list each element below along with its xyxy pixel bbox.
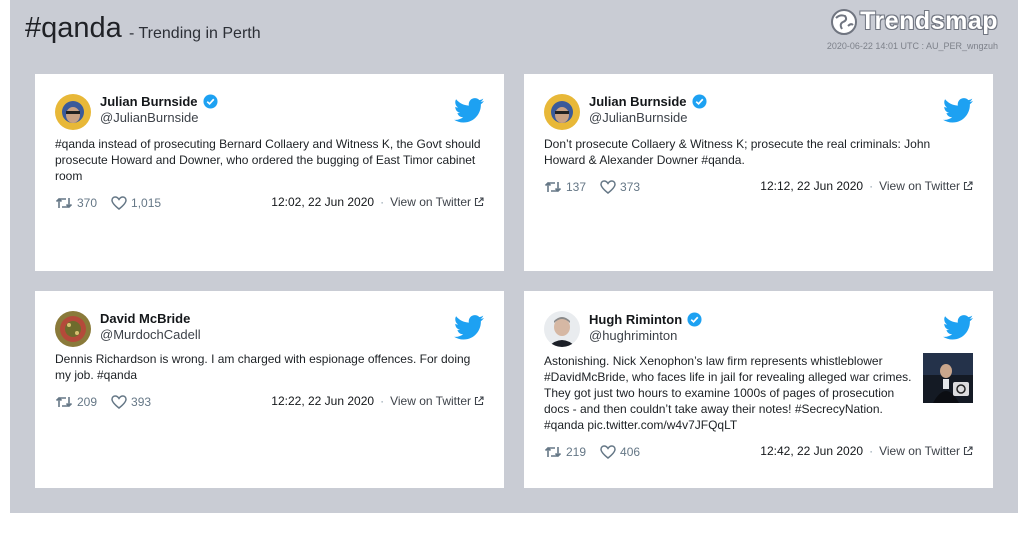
user-handle[interactable]: @JulianBurnside <box>589 110 687 125</box>
external-link-icon <box>474 197 484 207</box>
view-on-twitter-link[interactable]: View on Twitter <box>879 179 973 193</box>
tweet-time-row: 12:12, 22 Jun 2020 · View on Twitter <box>760 179 973 193</box>
tweet-card-2: Julian Burnside @JulianBurnside Don’t pr… <box>524 74 993 271</box>
heart-icon <box>111 395 127 409</box>
external-link-icon <box>963 446 973 456</box>
separator-dot: · <box>380 394 385 408</box>
tweet-timestamp[interactable]: 12:42, 22 Jun 2020 <box>760 444 863 458</box>
avatar[interactable] <box>55 311 91 347</box>
separator-dot: · <box>380 195 385 209</box>
tweet-text: Astonishing. Nick Xenophon’s law firm re… <box>544 354 912 432</box>
tweet-text: Don’t prosecute Collaery & Witness K; pr… <box>544 137 931 167</box>
tweet-text: Dennis Richardson is wrong. I am charged… <box>55 352 471 382</box>
avatar[interactable] <box>544 94 580 130</box>
tweet-card-3: David McBride @MurdochCadell Dennis Rich… <box>35 291 504 488</box>
heart-icon <box>600 445 616 459</box>
user-handle[interactable]: @JulianBurnside <box>100 110 198 125</box>
tweet-card-4: Hugh Riminton @hughriminton Astonishing.… <box>524 291 993 488</box>
tweet-stats: 370 1,015 <box>55 196 175 210</box>
like-count[interactable]: 1,015 <box>111 196 161 210</box>
user-name[interactable]: Julian Burnside <box>589 94 707 109</box>
heart-icon <box>600 180 616 194</box>
trendsmap-logo[interactable]: Trendsmap <box>830 7 998 36</box>
tweet-time-row: 12:22, 22 Jun 2020 · View on Twitter <box>271 394 484 408</box>
like-count[interactable]: 393 <box>111 395 151 409</box>
twitter-bird-icon[interactable] <box>454 98 484 123</box>
retweet-count[interactable]: 209 <box>55 395 97 409</box>
heart-icon <box>111 196 127 210</box>
retweet-icon <box>544 181 562 193</box>
tweet-stats: 137 373 <box>544 180 654 194</box>
external-link-icon <box>474 396 484 406</box>
retweet-count[interactable]: 137 <box>544 180 586 194</box>
user-name[interactable]: Hugh Riminton <box>589 312 702 327</box>
user-handle[interactable]: @hughriminton <box>589 328 677 343</box>
avatar[interactable] <box>55 94 91 130</box>
separator-dot: · <box>869 444 874 458</box>
media-thumbnail[interactable] <box>923 353 973 403</box>
verified-badge-icon <box>692 94 707 109</box>
retweet-count[interactable]: 219 <box>544 445 586 459</box>
tweet-timestamp[interactable]: 12:12, 22 Jun 2020 <box>760 179 863 193</box>
like-count[interactable]: 373 <box>600 180 640 194</box>
tweet-stats: 219 406 <box>544 445 654 459</box>
user-handle[interactable]: @MurdochCadell <box>100 327 201 342</box>
view-on-twitter-link[interactable]: View on Twitter <box>879 444 973 458</box>
tweet-stats: 209 393 <box>55 395 165 409</box>
retweet-icon <box>544 446 562 458</box>
verified-badge-icon <box>203 94 218 109</box>
view-on-twitter-link[interactable]: View on Twitter <box>390 195 484 209</box>
view-on-twitter-link[interactable]: View on Twitter <box>390 394 484 408</box>
tweet-time-row: 12:42, 22 Jun 2020 · View on Twitter <box>760 444 973 458</box>
tweet-card-1: Julian Burnside @JulianBurnside #qanda i… <box>35 74 504 271</box>
twitter-bird-icon[interactable] <box>454 315 484 340</box>
user-name[interactable]: David McBride <box>100 311 190 326</box>
verified-badge-icon <box>687 312 702 327</box>
meta-info: 2020-06-22 14:01 UTC : AU_PER_wngzuh <box>826 41 998 51</box>
globe-icon <box>831 8 858 35</box>
retweet-icon <box>55 197 73 209</box>
external-link-icon <box>963 181 973 191</box>
tweet-text: #qanda instead of prosecuting Bernard Co… <box>55 137 481 183</box>
trending-subtitle: - Trending in Perth <box>129 25 261 42</box>
tweet-time-row: 12:02, 22 Jun 2020 · View on Twitter <box>271 195 484 209</box>
like-count[interactable]: 406 <box>600 445 640 459</box>
hashtag-title: #qanda <box>25 12 122 44</box>
user-name[interactable]: Julian Burnside <box>100 94 218 109</box>
retweet-icon <box>55 396 73 408</box>
retweet-count[interactable]: 370 <box>55 196 97 210</box>
avatar[interactable] <box>544 311 580 347</box>
tweet-timestamp[interactable]: 12:22, 22 Jun 2020 <box>271 394 374 408</box>
separator-dot: · <box>869 179 874 193</box>
twitter-bird-icon[interactable] <box>943 315 973 340</box>
twitter-bird-icon[interactable] <box>943 98 973 123</box>
logo-text: Trendsmap <box>860 7 998 35</box>
tweet-timestamp[interactable]: 12:02, 22 Jun 2020 <box>271 195 374 209</box>
